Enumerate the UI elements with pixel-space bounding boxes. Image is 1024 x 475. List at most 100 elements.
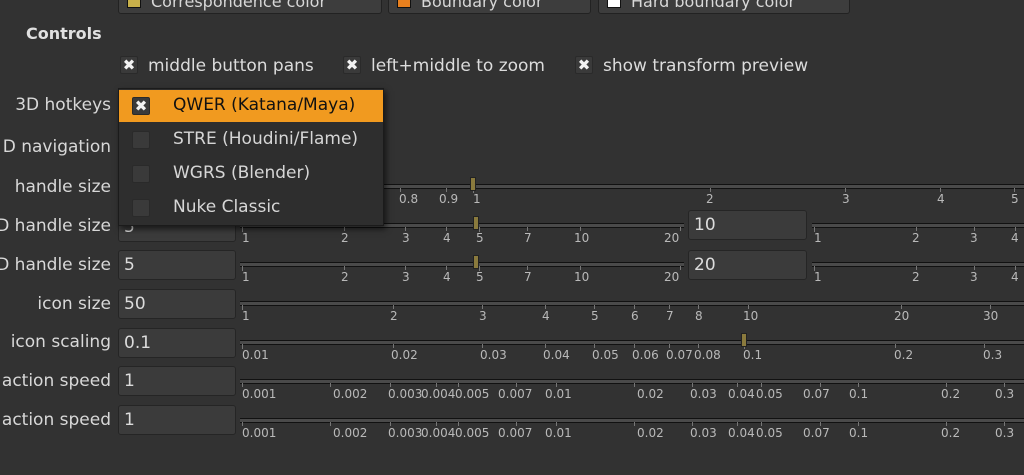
handle-size-b-slider-handle[interactable] (473, 255, 479, 269)
action-speed-a-field[interactable]: 1 (118, 366, 236, 396)
controls-section-title: Controls (26, 24, 102, 43)
action-speed-b-slider[interactable]: 0.001 0.002 0.003 0.004 0.005 0.007 0.01… (240, 415, 1024, 445)
handle-size-a-tick-label: 7 (524, 231, 532, 245)
icon-scaling-tick-label: 0.06 (632, 348, 659, 362)
icon-size-tick-label: 8 (695, 309, 703, 323)
handle-size-b-max-field[interactable]: 20 (688, 250, 807, 280)
dropdown-option-qwer[interactable]: ✖ QWER (Katana/Maya) (119, 90, 383, 122)
action-speed-b-tick-label: 0.01 (545, 426, 572, 440)
dropdown-option-wgrs-label: WGRS (Blender) (173, 163, 311, 183)
handle-size-tick-label: 0.8 (399, 192, 419, 206)
action-speed-b-tick-label: 0.004 (421, 426, 456, 440)
handle-size-a-max-field[interactable]: 10 (688, 210, 807, 240)
icon-size-tick-label: 30 (983, 309, 999, 323)
left-middle-zoom-checkbox[interactable]: ✖ (343, 56, 361, 74)
action-speed-b-tick-label: 0.03 (690, 426, 717, 440)
icon-size-tick-label: 1 (242, 309, 250, 323)
handle-size-tick-label: 2 (706, 192, 714, 206)
boundary-color-label: Boundary color (421, 0, 543, 11)
handle-size-tick-label: 1 (473, 192, 481, 206)
dropdown-option-qwer-check: ✖ (132, 97, 150, 115)
action-speed-a-tick-label: 0.02 (637, 387, 664, 401)
icon-scaling-tick-label: 0.02 (391, 348, 418, 362)
handle-size-b-tick-label: 2 (341, 270, 349, 284)
dropdown-option-stre[interactable]: STRE (Houdini/Flame) (119, 124, 383, 156)
action-speed-a-tick-label: 0.003 (388, 387, 423, 401)
show-transform-preview-checkbox[interactable]: ✖ (575, 56, 593, 74)
icon-size-tick-label: 20 (894, 309, 910, 323)
icon-scaling-label: icon scaling (10, 332, 111, 352)
icon-scaling-slider-handle[interactable] (741, 333, 747, 347)
handle-size-b-field[interactable]: 5 (118, 250, 236, 280)
action-speed-b-field[interactable]: 1 (118, 405, 236, 435)
action-speed-b-tick-label: 0.005 (455, 426, 490, 440)
handle-size-a-tick-label: 1 (242, 231, 250, 245)
handle-size-b-slider[interactable]: 1 2 3 4 5 7 10 20 (240, 255, 684, 289)
handle-size-a-2-tick-label: 3 (970, 231, 978, 245)
action-speed-b-label: action speed (1, 410, 111, 430)
action-speed-a-slider[interactable]: 0.001 0.002 0.003 0.004 0.005 0.007 0.01… (240, 376, 1024, 406)
handle-size-a-tick-label: 5 (476, 231, 484, 245)
action-speed-a-tick-label: 0.004 (421, 387, 456, 401)
action-speed-a-slider-track (240, 379, 1024, 384)
action-speed-a-tick-label: 0.05 (756, 387, 783, 401)
handle-size-a-slider-2[interactable]: 1 2 3 4 (812, 220, 1024, 250)
dropdown-option-wgrs-check (132, 165, 150, 183)
icon-scaling-field[interactable]: 0.1 (118, 328, 236, 358)
handle-size-b-tick-label: 3 (402, 270, 410, 284)
handle-size-a-slider-2-track (812, 223, 1024, 228)
icon-scaling-tick-label: 0.3 (983, 348, 1003, 362)
hard-boundary-color-label: Hard boundary color (631, 0, 796, 11)
middle-button-pans-label: middle button pans (148, 56, 314, 76)
handle-size-b-tick-label: 4 (443, 270, 451, 284)
handle-size-b-tick-label: 7 (524, 270, 532, 284)
handle-size-a-tick-label: 2 (341, 231, 349, 245)
dropdown-option-qwer-label: QWER (Katana/Maya) (173, 95, 356, 115)
handle-size-a-slider-handle[interactable] (473, 216, 479, 230)
icon-scaling-tick-label: 0.05 (592, 348, 619, 362)
handle-size-a-2-tick-label: 4 (1011, 231, 1019, 245)
handle-size-b-tick-label: 20 (664, 270, 680, 284)
hotkeys-label: 3D hotkeys (15, 95, 111, 115)
dropdown-option-nuke-classic[interactable]: Nuke Classic (119, 192, 383, 224)
correspondence-color-button[interactable]: Correspondence color (118, 0, 382, 14)
icon-scaling-tick-label: 0.04 (543, 348, 570, 362)
handle-size-b-label: D handle size (0, 255, 111, 275)
action-speed-b-tick-label: 0.3 (995, 426, 1015, 440)
handle-size-b-2-tick-label: 4 (1011, 270, 1019, 284)
middle-button-pans-checkbox[interactable]: ✖ (120, 56, 138, 74)
icon-size-field[interactable]: 50 (118, 289, 236, 319)
action-speed-a-tick-label: 0.01 (545, 387, 572, 401)
handle-size-b-2-tick-label: 3 (970, 270, 978, 284)
icon-size-tick-label: 6 (631, 309, 639, 323)
action-speed-a-tick-label: 0.002 (333, 387, 368, 401)
hard-boundary-color-button[interactable]: Hard boundary color (598, 0, 850, 14)
icon-scaling-tick-label: 0.07 (666, 348, 693, 362)
correspondence-color-swatch (127, 0, 141, 8)
hard-boundary-color-swatch (607, 0, 621, 8)
icon-size-label: icon size (37, 294, 111, 314)
icon-size-slider[interactable]: 1 2 3 4 5 6 7 8 10 20 30 (240, 298, 1024, 328)
action-speed-a-tick-label: 0.2 (941, 387, 961, 401)
icon-scaling-tick-label: 0.08 (694, 348, 721, 362)
action-speed-b-tick-label: 0.05 (756, 426, 783, 440)
icon-size-tick-label: 7 (666, 309, 674, 323)
handle-size-b-slider-2[interactable]: 1 2 3 4 (812, 259, 1024, 289)
icon-scaling-slider[interactable]: 0.01 0.02 0.03 0.04 0.05 0.06 0.07 0.08 … (240, 333, 1024, 367)
action-speed-a-tick-label: 0.04 (728, 387, 755, 401)
action-speed-a-tick-label: 0.001 (242, 387, 277, 401)
dropdown-option-wgrs[interactable]: WGRS (Blender) (119, 158, 383, 190)
boundary-color-button[interactable]: Boundary color (388, 0, 591, 14)
action-speed-b-tick-label: 0.1 (849, 426, 869, 440)
handle-size-b-2-tick-label: 2 (912, 270, 920, 284)
icon-size-slider-track (240, 301, 1024, 306)
handle-size-b-slider-track (240, 262, 684, 267)
handle-size-tick-label: 5 (1011, 192, 1019, 206)
handle-size-tick-label: 0.9 (439, 192, 459, 206)
icon-scaling-tick-label: 0.01 (242, 348, 269, 362)
handle-size-tick-label: 3 (842, 192, 850, 206)
handle-size-slider-handle[interactable] (470, 177, 476, 191)
icon-size-tick-label: 3 (479, 309, 487, 323)
action-speed-b-slider-track (240, 418, 1024, 423)
handle-size-b-2-tick-label: 1 (814, 270, 822, 284)
